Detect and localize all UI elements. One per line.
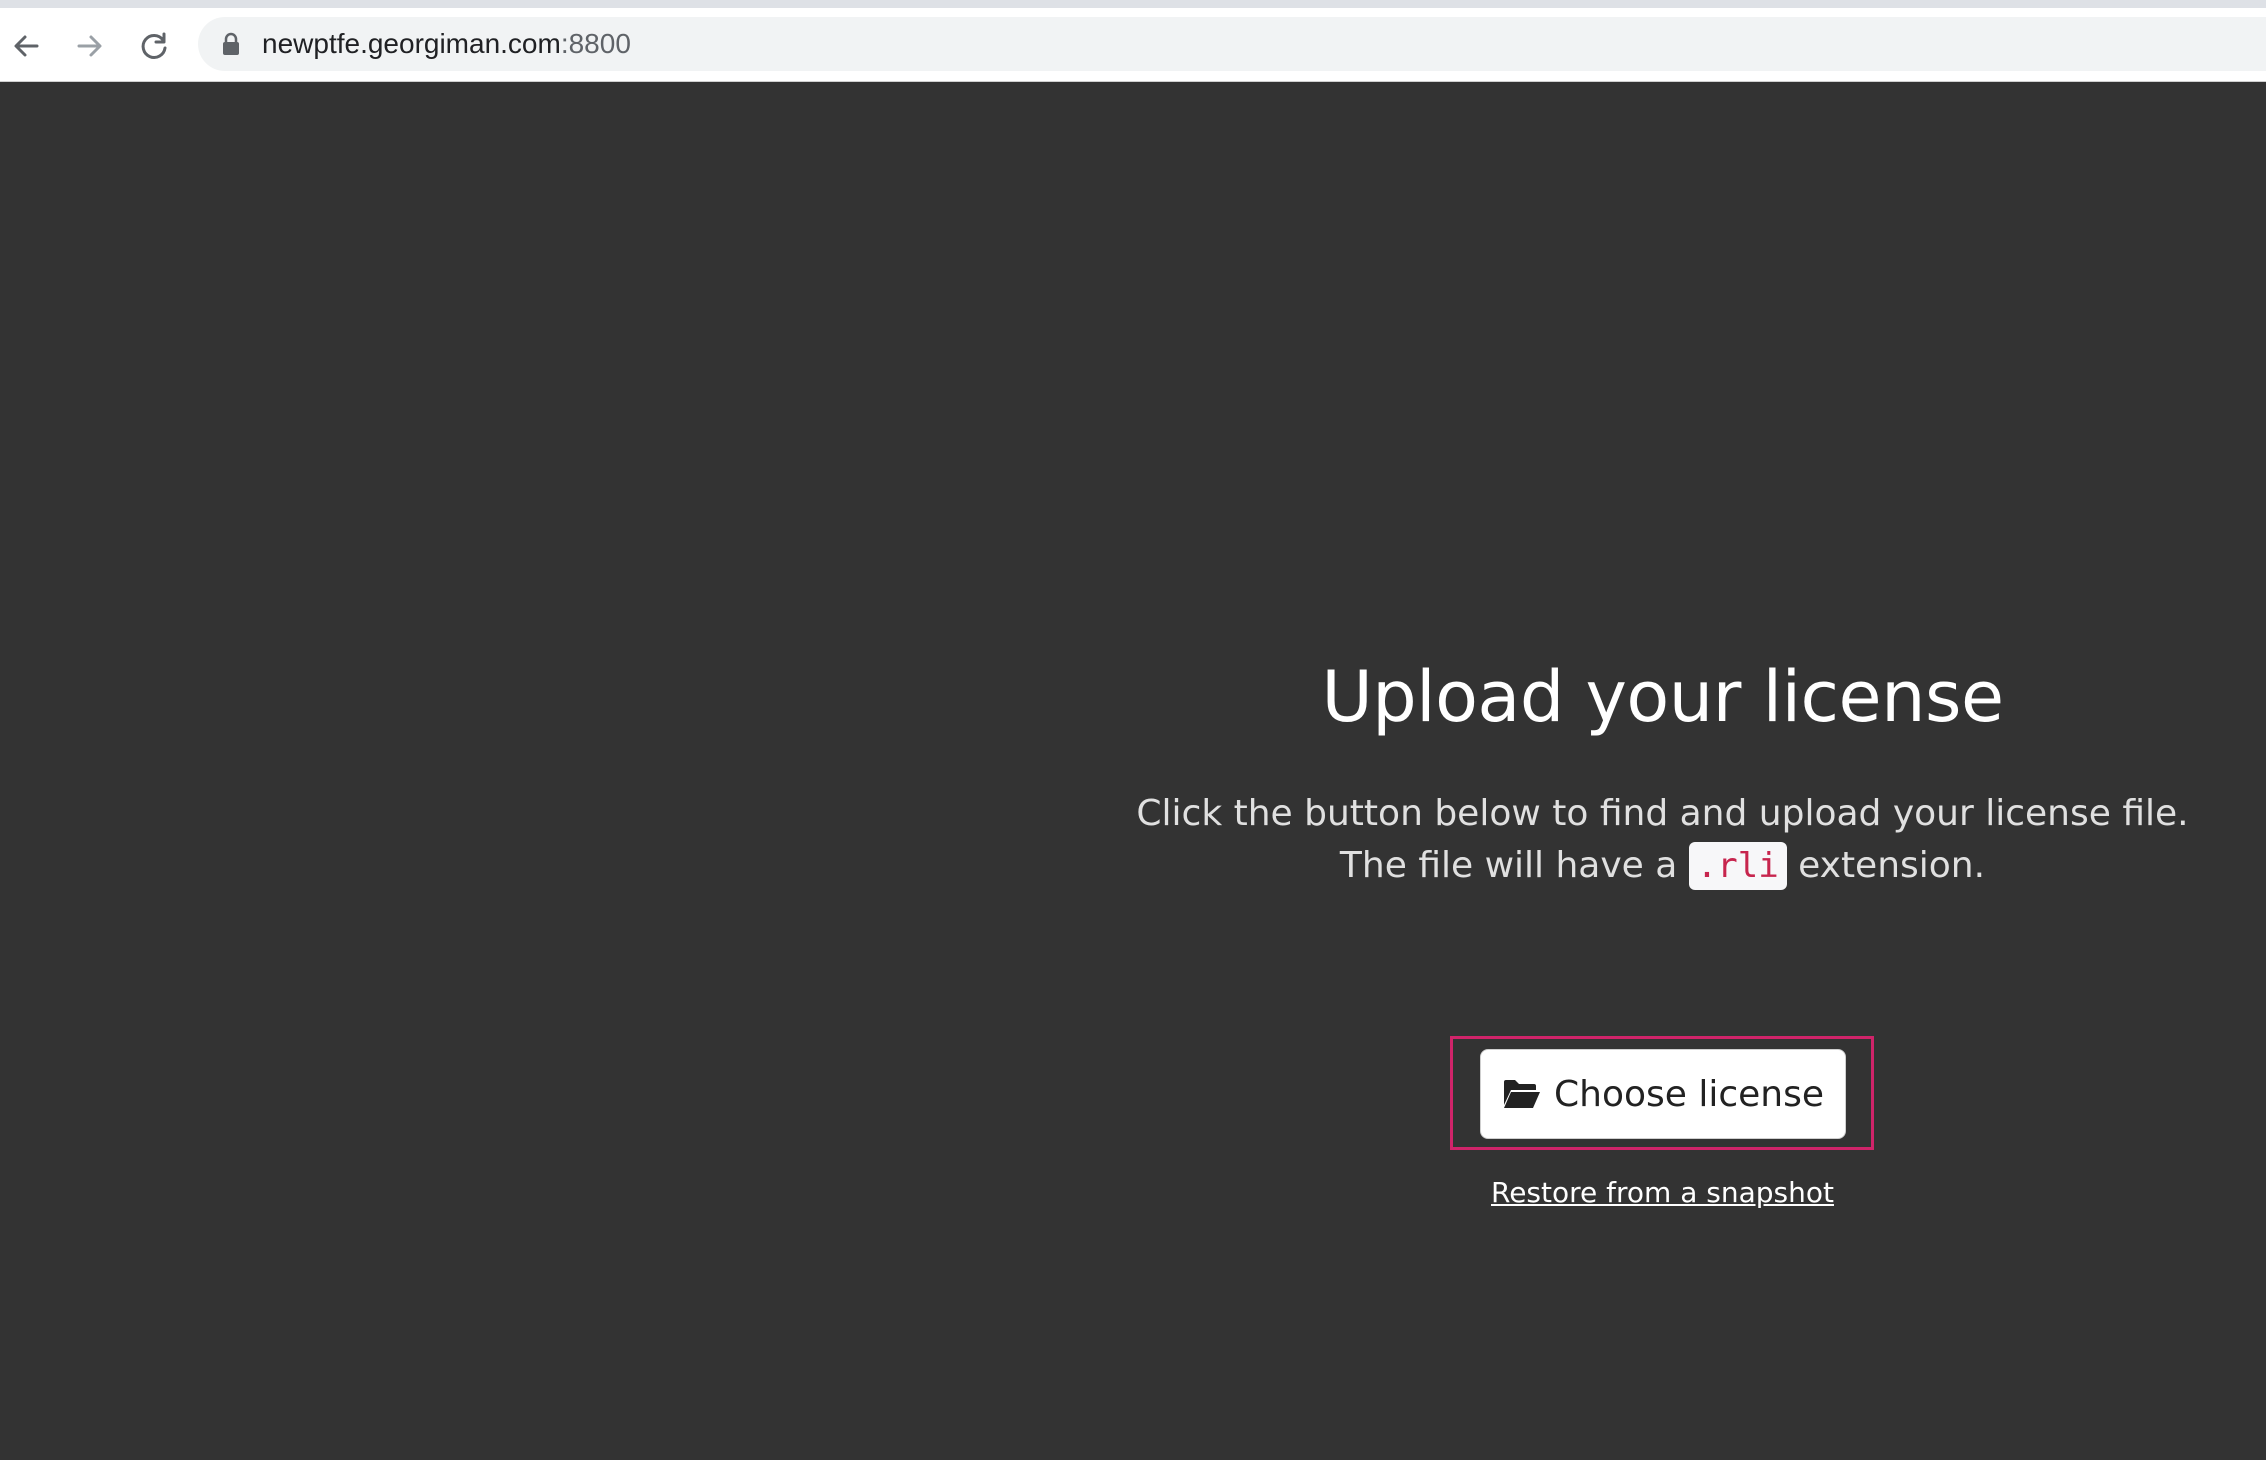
page-title: Upload your license: [1321, 656, 2004, 738]
lock-icon[interactable]: [220, 31, 242, 57]
restore-from-snapshot-link[interactable]: Restore from a snapshot: [1100, 1176, 2225, 1209]
url-port: :8800: [560, 28, 631, 59]
browser-tab-strip: [0, 0, 2266, 8]
url-host: newptfe.georgiman.com: [262, 28, 561, 59]
choose-license-label: Choose license: [1553, 1073, 1825, 1115]
back-button[interactable]: [8, 28, 44, 64]
instructions-line-2-suffix: extension.: [1798, 845, 1986, 886]
upload-license-panel: Upload your license Click the button bel…: [1100, 652, 2225, 1209]
page-content: Upload your license Click the button bel…: [0, 82, 2266, 1460]
arrow-right-icon: [75, 31, 105, 61]
reload-button[interactable]: [136, 28, 172, 64]
arrow-left-icon: [11, 31, 41, 61]
instructions-line-2-prefix: The file will have a: [1339, 845, 1678, 886]
address-bar[interactable]: newptfe.georgiman.com:8800: [198, 17, 2266, 71]
instructions-line-2: The file will have a .rli extension.: [1100, 840, 2225, 892]
forward-button[interactable]: [72, 28, 108, 64]
upload-instructions: Click the button below to find and uploa…: [1100, 788, 2225, 892]
browser-toolbar: newptfe.georgiman.com:8800: [0, 8, 2266, 82]
instructions-line-1: Click the button below to find and uploa…: [1136, 793, 2189, 834]
folder-open-icon: [1502, 1077, 1542, 1111]
choose-license-button[interactable]: Choose license: [1480, 1049, 1846, 1139]
url-text[interactable]: newptfe.georgiman.com:8800: [262, 28, 631, 60]
extension-code: .rli: [1688, 842, 1787, 890]
reload-icon: [139, 31, 169, 61]
